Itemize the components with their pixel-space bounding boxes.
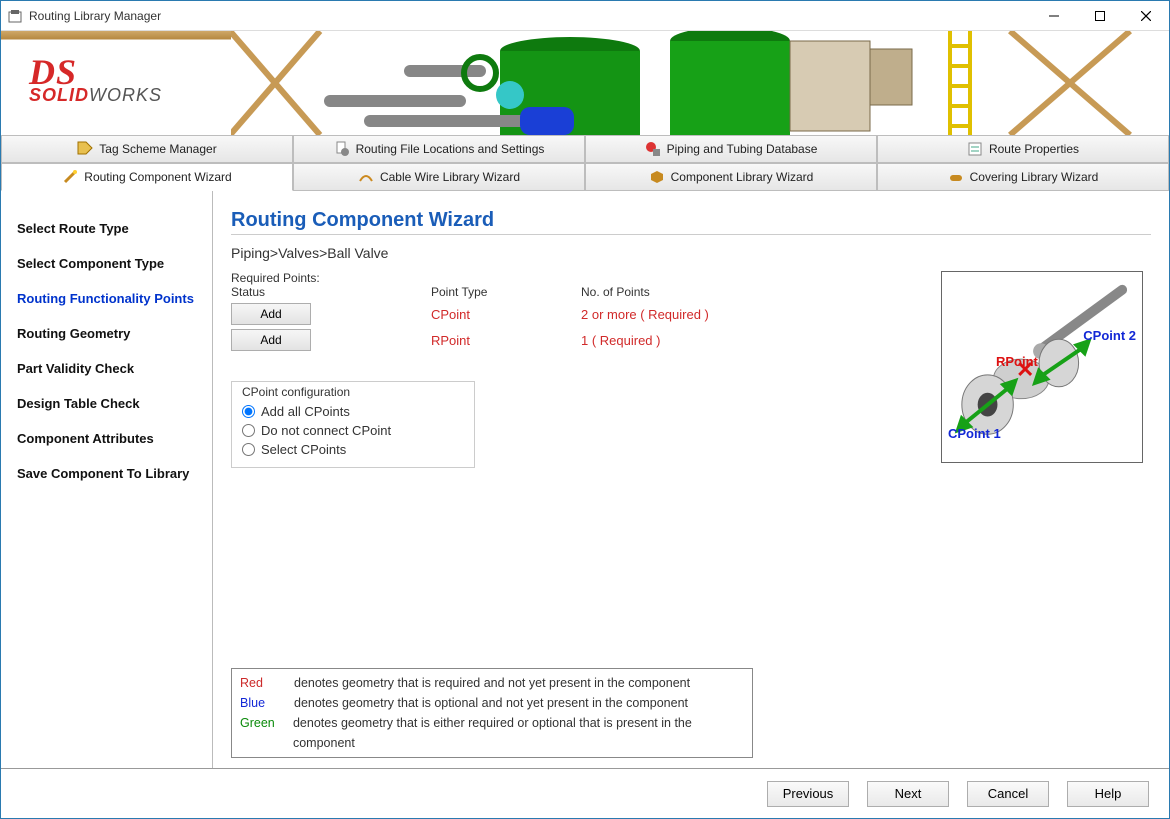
add-rpoint-button[interactable]: Add <box>231 329 311 351</box>
logo-brand: SOLIDWORKS <box>29 85 162 106</box>
tab-row-bottom: Routing Component Wizard Cable Wire Libr… <box>1 163 1169 191</box>
wizard-sidebar: Select Route Type Select Component Type … <box>1 191 213 768</box>
cable-icon <box>358 169 374 185</box>
tab-piping-tubing-database[interactable]: Piping and Tubing Database <box>585 135 877 163</box>
step-design-table-check[interactable]: Design Table Check <box>15 386 202 421</box>
wizard-main: Routing Component Wizard Piping>Valves>B… <box>213 191 1169 768</box>
component-icon <box>649 169 665 185</box>
tab-tag-scheme-manager[interactable]: Tag Scheme Manager <box>1 135 293 163</box>
banner-art <box>231 31 1169 135</box>
help-button[interactable]: Help <box>1067 781 1149 807</box>
cpoint-configuration-group: CPoint configuration Add all CPoints Do … <box>231 381 475 468</box>
step-component-attributes[interactable]: Component Attributes <box>15 421 202 456</box>
breadcrumb: Piping>Valves>Ball Valve <box>231 245 1151 261</box>
app-icon <box>7 8 23 24</box>
legend-row-green: Green denotes geometry that is either re… <box>240 713 744 753</box>
legend-row-blue: Blue denotes geometry that is optional a… <box>240 693 744 713</box>
points-header: Status Point Type No. of Points <box>231 285 929 299</box>
header-status: Status <box>231 285 431 299</box>
cpoint-type: CPoint <box>431 307 581 322</box>
header-no-of-points: No. of Points <box>581 285 801 299</box>
preview-label-cpoint2: CPoint 2 <box>1083 328 1136 343</box>
tab-row-top: Tag Scheme Manager Routing File Location… <box>1 135 1169 163</box>
tab-routing-component-wizard[interactable]: Routing Component Wizard <box>1 163 293 191</box>
points-row-cpoint: Add CPoint 2 or more ( Required ) <box>231 303 929 325</box>
step-select-component-type[interactable]: Select Component Type <box>15 246 202 281</box>
app-window: Routing Library Manager DS SOLIDWORKS <box>0 0 1170 819</box>
minimize-button[interactable] <box>1031 1 1077 31</box>
logo-glyph: DS <box>29 63 162 81</box>
component-preview: CPoint 1 CPoint 2 RPoint <box>941 271 1143 463</box>
cpoint-count: 2 or more ( Required ) <box>581 307 801 322</box>
window-title: Routing Library Manager <box>29 9 1031 23</box>
points-row-rpoint: Add RPoint 1 ( Required ) <box>231 329 929 351</box>
logo: DS SOLIDWORKS <box>29 63 162 106</box>
radio-select-cpoints[interactable]: Select CPoints <box>242 442 464 457</box>
tag-icon <box>77 141 93 157</box>
step-save-component-to-library[interactable]: Save Component To Library <box>15 456 202 491</box>
tab-cable-wire-library-wizard[interactable]: Cable Wire Library Wizard <box>293 163 585 191</box>
radio-add-all-cpoints[interactable]: Add all CPoints <box>242 404 464 419</box>
tab-component-library-wizard[interactable]: Component Library Wizard <box>585 163 877 191</box>
document-gear-icon <box>334 141 350 157</box>
properties-icon <box>967 141 983 157</box>
add-cpoint-button[interactable]: Add <box>231 303 311 325</box>
radio-add-all-cpoints-input[interactable] <box>242 405 255 418</box>
wand-icon <box>62 169 78 185</box>
step-select-route-type[interactable]: Select Route Type <box>15 211 202 246</box>
titlebar: Routing Library Manager <box>1 1 1169 31</box>
preview-label-rpoint: RPoint <box>996 354 1038 369</box>
rpoint-type: RPoint <box>431 333 581 348</box>
footer: Previous Next Cancel Help <box>1 768 1169 818</box>
step-routing-functionality-points[interactable]: Routing Functionality Points <box>15 281 202 316</box>
content: Select Route Type Select Component Type … <box>1 191 1169 768</box>
preview-label-cpoint1: CPoint 1 <box>948 426 1001 441</box>
step-routing-geometry[interactable]: Routing Geometry <box>15 316 202 351</box>
required-points-label: Required Points: <box>231 271 929 285</box>
tab-covering-library-wizard[interactable]: Covering Library Wizard <box>877 163 1169 191</box>
maximize-button[interactable] <box>1077 1 1123 31</box>
color-legend: Red denotes geometry that is required an… <box>231 668 753 758</box>
covering-icon <box>948 169 964 185</box>
cancel-button[interactable]: Cancel <box>967 781 1049 807</box>
rpoint-count: 1 ( Required ) <box>581 333 801 348</box>
legend-row-red: Red denotes geometry that is required an… <box>240 673 744 693</box>
page-title: Routing Component Wizard <box>231 209 1151 232</box>
tab-route-properties[interactable]: Route Properties <box>877 135 1169 163</box>
header-point-type: Point Type <box>431 285 581 299</box>
close-button[interactable] <box>1123 1 1169 31</box>
previous-button[interactable]: Previous <box>767 781 849 807</box>
banner: DS SOLIDWORKS <box>1 31 1169 135</box>
step-part-validity-check[interactable]: Part Validity Check <box>15 351 202 386</box>
radio-do-not-connect-cpoint-input[interactable] <box>242 424 255 437</box>
cpoint-group-title: CPoint configuration <box>242 385 464 399</box>
title-underline <box>231 234 1151 235</box>
window-controls <box>1031 1 1169 31</box>
radio-select-cpoints-input[interactable] <box>242 443 255 456</box>
tab-routing-file-locations[interactable]: Routing File Locations and Settings <box>293 135 585 163</box>
next-button[interactable]: Next <box>867 781 949 807</box>
database-gear-icon <box>645 141 661 157</box>
radio-do-not-connect-cpoint[interactable]: Do not connect CPoint <box>242 423 464 438</box>
